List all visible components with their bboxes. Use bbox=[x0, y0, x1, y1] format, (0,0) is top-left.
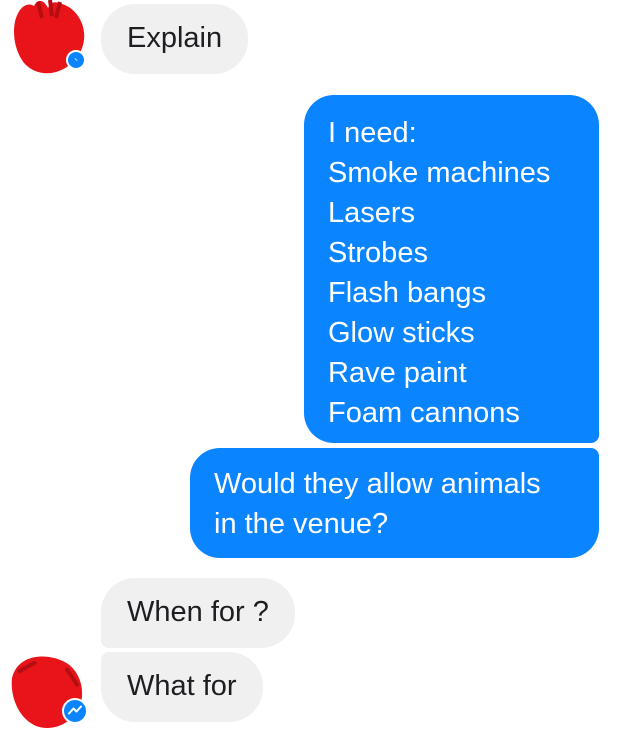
message-text-line: Would they allow animals bbox=[214, 468, 541, 500]
message-incoming[interactable]: Explain bbox=[101, 4, 249, 74]
message-text: Explain bbox=[127, 22, 223, 54]
list-item: Foam cannons bbox=[328, 397, 520, 429]
list-item: Rave paint bbox=[328, 357, 467, 389]
list-item: I need: bbox=[328, 117, 417, 149]
message-text: What for bbox=[127, 670, 237, 702]
message-outgoing[interactable]: Would they allow animals in the venue? bbox=[190, 448, 599, 558]
contact-avatar-top[interactable] bbox=[8, 0, 86, 78]
message-outgoing[interactable]: I need: Smoke machines Lasers Strobes Fl… bbox=[304, 95, 599, 443]
messenger-icon bbox=[62, 698, 88, 724]
list-item: Strobes bbox=[328, 237, 428, 269]
list-item: Lasers bbox=[328, 197, 416, 229]
message-incoming[interactable]: What for bbox=[101, 652, 263, 722]
list-item: Flash bangs bbox=[328, 277, 486, 309]
message-incoming[interactable]: When for ? bbox=[101, 578, 295, 648]
messenger-icon bbox=[66, 50, 86, 70]
message-text: When for ? bbox=[127, 596, 269, 628]
list-item: Glow sticks bbox=[328, 317, 475, 349]
message-text-line: in the venue? bbox=[214, 508, 389, 540]
contact-avatar-bottom[interactable] bbox=[8, 652, 88, 730]
list-item: Smoke machines bbox=[328, 157, 551, 189]
